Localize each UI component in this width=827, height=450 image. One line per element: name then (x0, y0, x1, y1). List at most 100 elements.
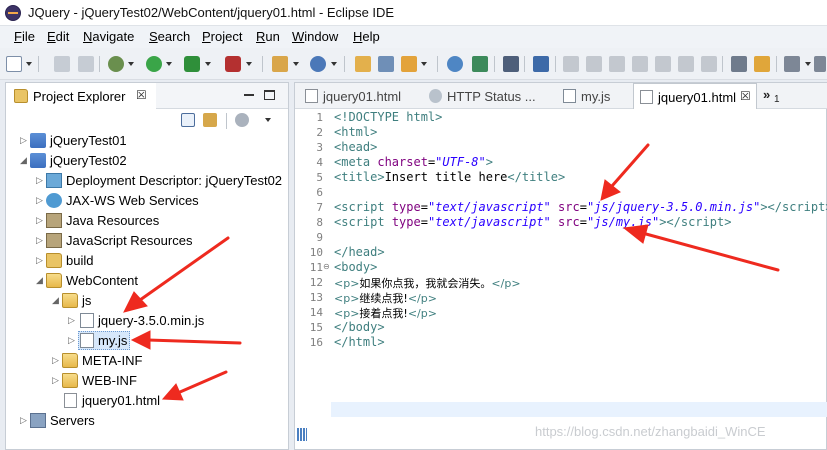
skip-breakpoints-icon[interactable] (533, 56, 549, 72)
menu-file[interactable]: File (14, 29, 35, 44)
collapse-arrow-icon[interactable]: ◢ (36, 275, 43, 286)
tree-item-my-js[interactable]: ▷ my.js (68, 331, 168, 351)
maximize-icon[interactable] (264, 90, 275, 100)
code-line[interactable]: <p>继续点我!</p> (334, 290, 437, 306)
expand-arrow-icon[interactable]: ▷ (36, 255, 43, 266)
tree-item-build[interactable]: ▷ build (36, 251, 276, 271)
tree-item-web-inf[interactable]: ▷ WEB-INF (52, 371, 212, 391)
toggle-mark-icon[interactable] (731, 56, 747, 72)
expand-arrow-icon[interactable]: ▷ (20, 415, 27, 426)
save-all-icon[interactable] (78, 56, 94, 72)
collapse-all-icon[interactable] (181, 113, 195, 127)
menu-project[interactable]: Project (202, 29, 242, 44)
tree-item-deployment-descriptor[interactable]: ▷ Deployment Descriptor: jQueryTest02 (36, 171, 288, 191)
next-annotation-icon[interactable] (784, 56, 800, 72)
tree-item-servers[interactable]: ▷ Servers (20, 411, 180, 431)
expand-arrow-icon[interactable]: ▷ (68, 315, 75, 326)
code-line[interactable]: <p>如果你点我，我就会消失。</p> (334, 275, 521, 291)
tree-item-jquery01-html[interactable]: jquery01.html (52, 391, 212, 411)
code-line[interactable]: </html> (334, 335, 385, 349)
block-selection-icon[interactable] (754, 56, 770, 72)
new-dropdown-icon[interactable] (26, 62, 32, 66)
prev-annotation-icon[interactable] (814, 56, 826, 72)
code-line[interactable]: <!DOCTYPE html> (334, 110, 442, 124)
code-line[interactable]: <p>接着点我!</p> (334, 305, 437, 321)
open-type-icon[interactable] (355, 56, 371, 72)
expand-arrow-icon[interactable]: ▷ (20, 135, 27, 146)
run-icon[interactable] (146, 56, 162, 72)
debug-dropdown-icon[interactable] (128, 62, 134, 66)
view-menu-icon[interactable] (265, 118, 271, 122)
tree-item-jquerytest01[interactable]: ▷ jQueryTest01 (20, 131, 280, 151)
new-server-dropdown-icon[interactable] (293, 62, 299, 66)
code-line[interactable]: <script type="text/javascript" src="js/m… (334, 215, 731, 229)
step-into-icon[interactable] (655, 56, 671, 72)
code-line[interactable]: <html> (334, 125, 377, 139)
code-line[interactable]: <title>Insert title here</title> (334, 170, 565, 184)
tab-overflow-icon[interactable]: » (763, 87, 770, 102)
next-annotation-dropdown-icon[interactable] (805, 62, 811, 66)
menu-navigate[interactable]: Navigate (83, 29, 134, 44)
code-line[interactable]: </head> (334, 245, 385, 259)
search-dropdown-icon[interactable] (421, 62, 427, 66)
menu-search[interactable]: Search (149, 29, 190, 44)
expand-arrow-icon[interactable]: ▷ (36, 175, 43, 186)
tree-item-meta-inf[interactable]: ▷ META-INF (52, 351, 212, 371)
step-return-icon[interactable] (701, 56, 717, 72)
menu-run[interactable]: Run (256, 29, 280, 44)
tree-item-js-folder[interactable]: ◢ js (52, 291, 252, 311)
menu-window[interactable]: Window (292, 29, 338, 44)
menu-edit[interactable]: Edit (47, 29, 69, 44)
menu-help[interactable]: Help (353, 29, 380, 44)
tree-item-jquery-min-js[interactable]: ▷ jquery-3.5.0.min.js (68, 311, 248, 331)
save-icon[interactable] (54, 56, 70, 72)
run-dropdown-icon[interactable] (166, 62, 172, 66)
tab-jquery01-html-active[interactable]: jquery01.html ☒ (633, 83, 757, 109)
tree-item-jquerytest02[interactable]: ◢ jQueryTest02 (20, 151, 280, 171)
code-line[interactable]: </body> (334, 320, 385, 334)
new-icon[interactable] (6, 56, 22, 72)
tree-item-java-resources[interactable]: ▷ Java Resources (36, 211, 276, 231)
stop-server-dropdown-icon[interactable] (246, 62, 252, 66)
expand-arrow-icon[interactable]: ▷ (68, 335, 75, 346)
run-last-icon[interactable] (472, 56, 488, 72)
disconnect-icon[interactable] (632, 56, 648, 72)
code-line[interactable]: <meta charset="UTF-8"> (334, 155, 493, 169)
browser-icon[interactable] (447, 56, 463, 72)
tab-my-js[interactable]: my.js (557, 83, 629, 109)
debug-icon[interactable] (108, 56, 124, 72)
expand-arrow-icon[interactable]: ▷ (36, 235, 43, 246)
suspend-icon[interactable] (586, 56, 602, 72)
tree-item-javascript-resources[interactable]: ▷ JavaScript Resources (36, 231, 276, 251)
collapse-arrow-icon[interactable]: ◢ (52, 295, 59, 306)
close-view-icon[interactable]: ☒ (136, 88, 147, 102)
tree-item-webcontent[interactable]: ◢ WebContent (36, 271, 276, 291)
close-tab-icon[interactable]: ☒ (740, 89, 751, 103)
link-with-editor-icon[interactable] (203, 113, 217, 127)
fold-toggle-icon[interactable]: ⊖ (323, 262, 330, 271)
tree-item-jax-ws[interactable]: ▷ JAX-WS Web Services (36, 191, 276, 211)
expand-arrow-icon[interactable]: ▷ (36, 195, 43, 206)
minimize-icon[interactable] (242, 88, 256, 102)
terminal-icon[interactable] (503, 56, 519, 72)
stop-server-icon[interactable] (225, 56, 241, 72)
code-line[interactable]: <script type="text/javascript" src="js/j… (334, 200, 827, 214)
terminate-icon[interactable] (609, 56, 625, 72)
tab-http-status[interactable]: HTTP Status ... (423, 83, 553, 109)
new-class-dropdown-icon[interactable] (331, 62, 337, 66)
new-class-icon[interactable] (310, 56, 326, 72)
run-server-icon[interactable] (184, 56, 200, 72)
tab-jquery01-html[interactable]: jquery01.html (299, 83, 419, 109)
expand-arrow-icon[interactable]: ▷ (52, 375, 59, 386)
run-server-dropdown-icon[interactable] (205, 62, 211, 66)
open-task-icon[interactable] (378, 56, 394, 72)
focus-icon[interactable] (235, 113, 249, 127)
new-server-icon[interactable] (272, 56, 288, 72)
expand-arrow-icon[interactable]: ▷ (52, 355, 59, 366)
search-icon[interactable] (401, 56, 417, 72)
collapse-arrow-icon[interactable]: ◢ (20, 155, 27, 166)
resume-icon[interactable] (563, 56, 579, 72)
code-line[interactable]: <body> (334, 260, 377, 274)
expand-arrow-icon[interactable]: ▷ (36, 215, 43, 226)
project-explorer-tab[interactable]: Project Explorer ☒ (6, 83, 156, 109)
